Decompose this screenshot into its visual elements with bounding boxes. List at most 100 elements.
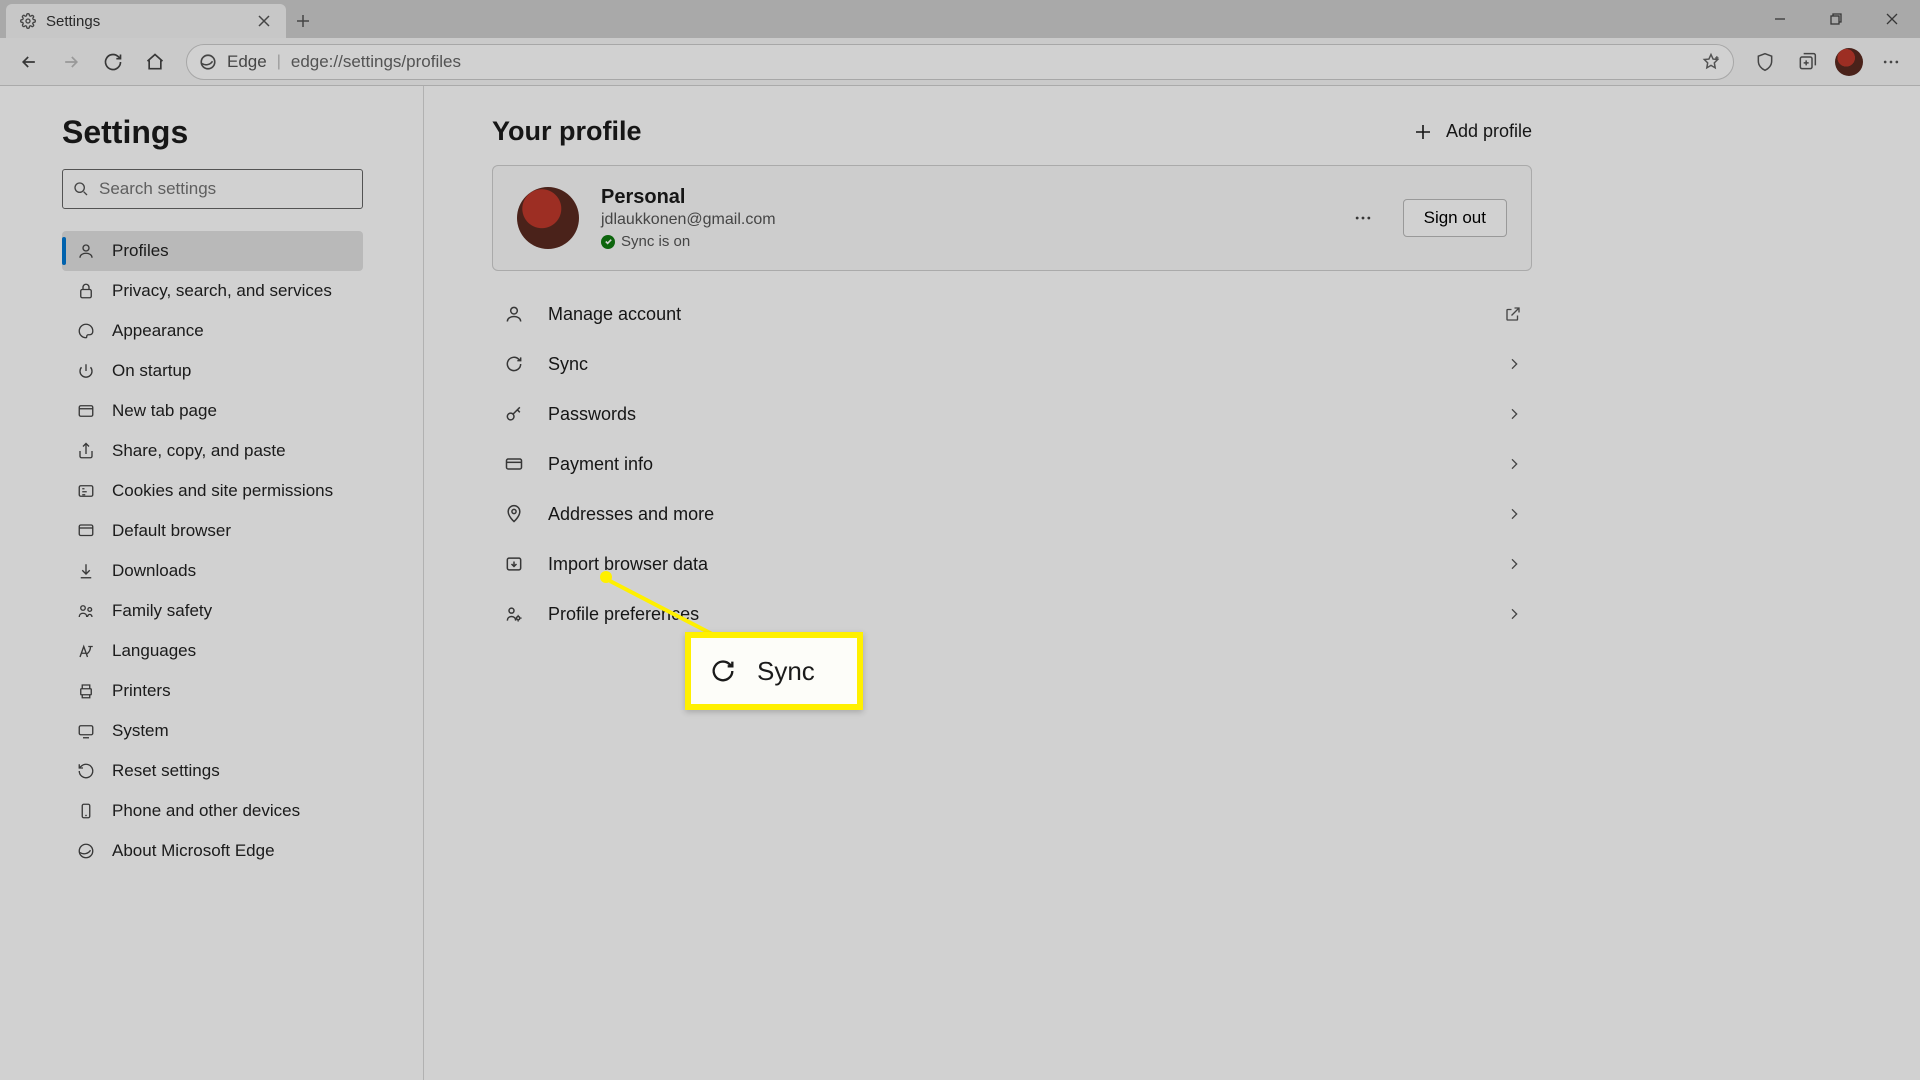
option-sync[interactable]: Sync — [492, 339, 1532, 389]
profile-options-list: Manage account Sync Passwords Payment in… — [492, 289, 1532, 639]
nav-label: Profiles — [112, 241, 169, 261]
main-panel: Your profile Add profile Personal jdlauk… — [424, 86, 1920, 1080]
person-icon — [502, 302, 526, 326]
plus-icon — [1414, 123, 1432, 141]
nav-appearance[interactable]: Appearance — [62, 311, 363, 351]
nav-cookies[interactable]: Cookies and site permissions — [62, 471, 363, 511]
forward-button[interactable] — [52, 43, 90, 81]
newtab-icon — [76, 401, 96, 421]
profile-avatar-button[interactable] — [1830, 43, 1868, 81]
sync-icon — [502, 352, 526, 376]
option-manage-account[interactable]: Manage account — [492, 289, 1532, 339]
search-input[interactable] — [99, 179, 352, 199]
phone-icon — [76, 801, 96, 821]
option-label: Manage account — [548, 304, 681, 325]
option-label: Payment info — [548, 454, 653, 475]
address-bar[interactable]: Edge | edge://settings/profiles — [186, 44, 1734, 80]
nav-label: On startup — [112, 361, 191, 381]
system-icon — [76, 721, 96, 741]
appearance-icon — [76, 321, 96, 341]
nav-downloads[interactable]: Downloads — [62, 551, 363, 591]
address-separator: | — [277, 53, 281, 71]
page-title: Settings — [62, 114, 363, 151]
nav-label: New tab page — [112, 401, 217, 421]
option-label: Sync — [548, 354, 588, 375]
family-icon — [76, 601, 96, 621]
menu-button[interactable] — [1872, 43, 1910, 81]
tab-strip: Settings — [0, 0, 1920, 38]
chevron-right-icon — [1506, 606, 1522, 622]
window-close-button[interactable] — [1864, 0, 1920, 38]
sign-out-button[interactable]: Sign out — [1403, 199, 1507, 237]
nav-languages[interactable]: Languages — [62, 631, 363, 671]
download-icon — [76, 561, 96, 581]
settings-nav: Profiles Privacy, search, and services A… — [62, 231, 363, 871]
chevron-right-icon — [1506, 556, 1522, 572]
browser-tab[interactable]: Settings — [6, 4, 286, 38]
nav-reset[interactable]: Reset settings — [62, 751, 363, 791]
nav-label: Default browser — [112, 521, 231, 541]
profile-sync-status: Sync is on — [601, 233, 776, 250]
nav-default-browser[interactable]: Default browser — [62, 511, 363, 551]
nav-startup[interactable]: On startup — [62, 351, 363, 391]
new-tab-button[interactable] — [286, 4, 320, 38]
close-tab-icon[interactable] — [256, 13, 272, 29]
search-icon — [73, 181, 89, 197]
nav-printers[interactable]: Printers — [62, 671, 363, 711]
option-import[interactable]: Import browser data — [492, 539, 1532, 589]
option-label: Profile preferences — [548, 604, 699, 625]
tracking-prevention-icon[interactable] — [1746, 43, 1784, 81]
address-url: edge://settings/profiles — [291, 52, 461, 72]
option-passwords[interactable]: Passwords — [492, 389, 1532, 439]
nav-privacy[interactable]: Privacy, search, and services — [62, 271, 363, 311]
nav-share[interactable]: Share, copy, and paste — [62, 431, 363, 471]
check-icon — [601, 235, 615, 249]
profile-avatar — [517, 187, 579, 249]
window-controls — [1752, 0, 1920, 38]
option-payment[interactable]: Payment info — [492, 439, 1532, 489]
refresh-button[interactable] — [94, 43, 132, 81]
nav-newtab[interactable]: New tab page — [62, 391, 363, 431]
edge-icon — [76, 841, 96, 861]
nav-label: Share, copy, and paste — [112, 441, 286, 461]
nav-family[interactable]: Family safety — [62, 591, 363, 631]
profile-email: jdlaukkonen@gmail.com — [601, 211, 776, 229]
window-maximize-button[interactable] — [1808, 0, 1864, 38]
search-settings-box[interactable] — [62, 169, 363, 209]
add-profile-label: Add profile — [1446, 121, 1532, 142]
nav-profiles[interactable]: Profiles — [62, 231, 363, 271]
option-addresses[interactable]: Addresses and more — [492, 489, 1532, 539]
nav-about[interactable]: About Microsoft Edge — [62, 831, 363, 871]
card-icon — [502, 452, 526, 476]
favorites-icon[interactable] — [1701, 52, 1721, 72]
share-icon — [76, 441, 96, 461]
nav-label: Family safety — [112, 601, 212, 621]
option-preferences[interactable]: Profile preferences — [492, 589, 1532, 639]
languages-icon — [76, 641, 96, 661]
import-icon — [502, 552, 526, 576]
nav-phone[interactable]: Phone and other devices — [62, 791, 363, 831]
back-button[interactable] — [10, 43, 48, 81]
nav-label: System — [112, 721, 169, 741]
external-link-icon — [1504, 305, 1522, 323]
edge-logo-icon — [199, 53, 217, 71]
sync-status-text: Sync is on — [621, 233, 690, 250]
window-minimize-button[interactable] — [1752, 0, 1808, 38]
nav-system[interactable]: System — [62, 711, 363, 751]
profile-name: Personal — [601, 186, 776, 209]
lock-icon — [76, 281, 96, 301]
printer-icon — [76, 681, 96, 701]
home-button[interactable] — [136, 43, 174, 81]
nav-label: About Microsoft Edge — [112, 841, 275, 861]
nav-label: Reset settings — [112, 761, 220, 781]
profile-more-button[interactable] — [1345, 200, 1381, 236]
option-label: Passwords — [548, 404, 636, 425]
add-profile-button[interactable]: Add profile — [1414, 121, 1532, 142]
settings-sidebar: Settings Profiles Privacy, search, and s… — [0, 86, 424, 1080]
reset-icon — [76, 761, 96, 781]
collections-icon[interactable] — [1788, 43, 1826, 81]
nav-label: Cookies and site permissions — [112, 481, 333, 501]
preferences-icon — [502, 602, 526, 626]
nav-label: Appearance — [112, 321, 204, 341]
address-prefix: Edge — [227, 52, 267, 72]
